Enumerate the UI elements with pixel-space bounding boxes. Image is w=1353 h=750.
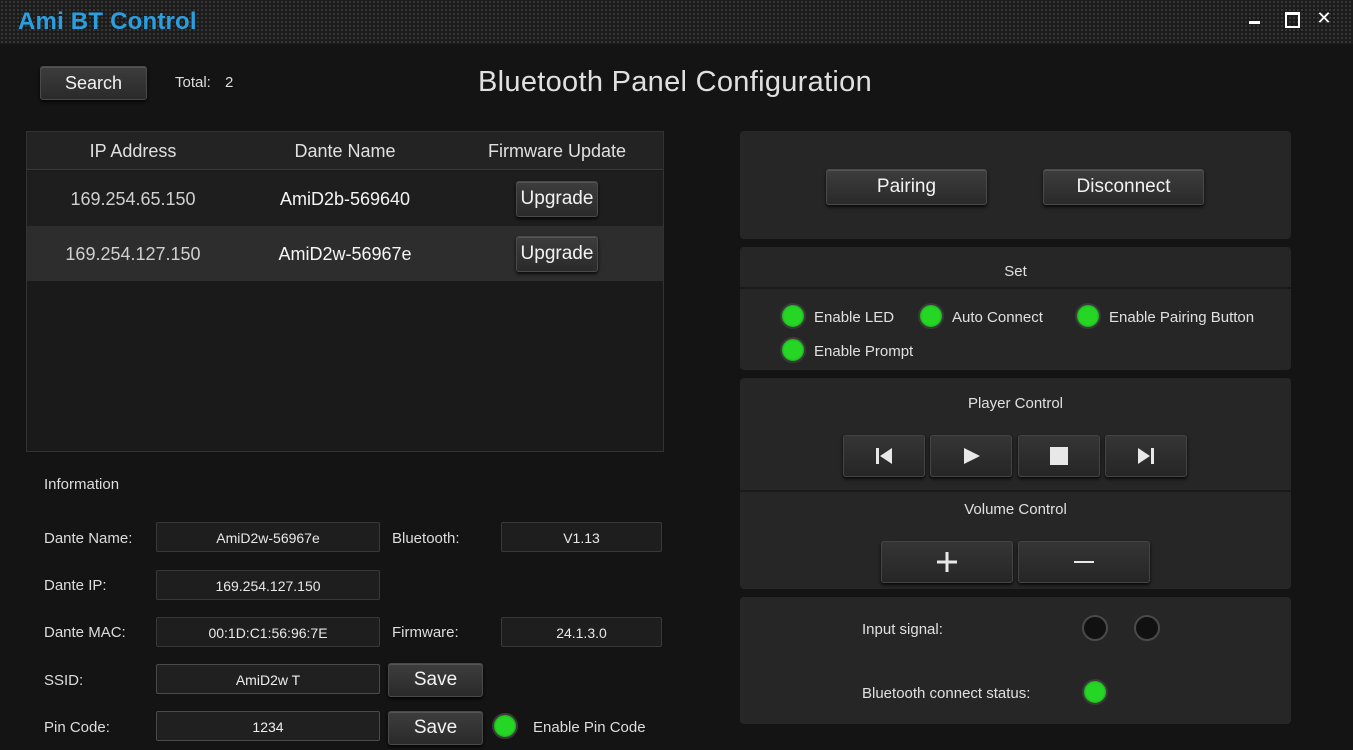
enable-pin-code-checkbox[interactable] [492, 713, 518, 739]
enable-prompt-checkbox[interactable] [780, 337, 806, 363]
firmware-version-field: 24.1.3.0 [501, 617, 662, 647]
input-signal-label: Input signal: [862, 621, 943, 638]
column-header-ip: IP Address [89, 141, 177, 161]
bluetooth-status-indicator [1082, 679, 1108, 705]
previous-button[interactable] [843, 435, 925, 477]
search-button[interactable]: Search [40, 66, 147, 100]
cell-dante-name: AmiD2b-569640 [279, 189, 411, 209]
previous-icon [876, 448, 892, 464]
enable-prompt-label: Enable Prompt [814, 343, 914, 360]
title-bar: Ami BT Control ✕ [0, 0, 1353, 44]
column-header-firmware-update: Firmware Update [487, 141, 627, 161]
column-header-dante-name: Dante Name [294, 141, 396, 161]
dante-name-label: Dante Name: [44, 530, 133, 547]
dante-mac-label: Dante MAC: [44, 624, 126, 641]
ssid-input[interactable]: AmiD2w T [156, 664, 380, 694]
input-signal-right-indicator [1134, 615, 1160, 641]
play-button[interactable] [930, 435, 1012, 477]
divider [740, 490, 1291, 492]
auto-connect-checkbox[interactable] [918, 303, 944, 329]
enable-pairing-button-label: Enable Pairing Button [1109, 309, 1255, 326]
save-pin-button[interactable]: Save [388, 711, 483, 745]
cell-ip: 169.254.65.150 [70, 189, 196, 209]
pairing-button[interactable]: Pairing [826, 169, 987, 205]
disconnect-button[interactable]: Disconnect [1043, 169, 1204, 205]
table-header: IP Address Dante Name Firmware Update [27, 132, 663, 170]
enable-pairing-button-checkbox[interactable] [1075, 303, 1101, 329]
information-title: Information [44, 476, 120, 493]
input-signal-left-indicator [1082, 615, 1108, 641]
maximize-icon[interactable] [1278, 6, 1304, 30]
cell-ip: 169.254.127.150 [65, 244, 201, 264]
firmware-label: Firmware: [392, 624, 459, 641]
plus-icon [937, 552, 957, 572]
enable-led-label: Enable LED [814, 309, 895, 326]
play-icon [964, 448, 980, 464]
bluetooth-label: Bluetooth: [392, 530, 460, 547]
dante-name-field: AmiD2w-56967e [156, 522, 380, 552]
dante-ip-label: Dante IP: [44, 577, 107, 594]
enable-pin-code-label: Enable Pin Code [533, 719, 646, 736]
table-row[interactable]: 169.254.127.150 AmiD2w-56967e Upgrade [27, 226, 663, 281]
volume-up-button[interactable] [881, 541, 1013, 583]
upgrade-button[interactable]: Upgrade [516, 236, 598, 272]
ssid-label: SSID: [44, 672, 84, 689]
minus-icon [1074, 561, 1094, 563]
player-control-title: Player Control [967, 395, 1064, 412]
next-button[interactable] [1105, 435, 1187, 477]
bluetooth-version-field: V1.13 [501, 522, 662, 552]
dante-ip-field: 169.254.127.150 [156, 570, 380, 600]
minimize-icon[interactable] [1242, 6, 1268, 30]
page-title: Bluetooth Panel Configuration [478, 66, 873, 98]
pin-code-label: Pin Code: [44, 719, 110, 736]
stop-button[interactable] [1018, 435, 1100, 477]
pairing-panel: Pairing Disconnect [740, 131, 1291, 239]
next-icon [1138, 448, 1154, 464]
volume-down-button[interactable] [1018, 541, 1150, 583]
bluetooth-status-label: Bluetooth connect status: [862, 685, 1031, 702]
total-count: 2 [225, 74, 234, 91]
volume-control-title: Volume Control [964, 501, 1067, 518]
table-row[interactable]: 169.254.65.150 AmiD2b-569640 Upgrade [27, 171, 663, 226]
status-panel: Input signal: Bluetooth connect status: [740, 597, 1291, 724]
enable-led-checkbox[interactable] [780, 303, 806, 329]
device-table: IP Address Dante Name Firmware Update 16… [26, 131, 664, 452]
settings-panel: Set Enable LED Auto Connect Enable Pairi… [740, 247, 1291, 370]
app-title: Ami BT Control [18, 8, 197, 35]
close-icon[interactable]: ✕ [1311, 6, 1337, 30]
player-control-panel: Player Control Volume Control [740, 378, 1291, 589]
upgrade-button[interactable]: Upgrade [516, 181, 598, 217]
dante-mac-field: 00:1D:C1:56:96:7E [156, 617, 380, 647]
pin-code-input[interactable]: 1234 [156, 711, 380, 741]
settings-title: Set [740, 247, 1291, 289]
stop-icon [1050, 447, 1068, 465]
auto-connect-label: Auto Connect [952, 309, 1043, 326]
save-ssid-button[interactable]: Save [388, 663, 483, 697]
cell-dante-name: AmiD2w-56967e [278, 244, 412, 264]
total-label: Total: [175, 74, 211, 91]
